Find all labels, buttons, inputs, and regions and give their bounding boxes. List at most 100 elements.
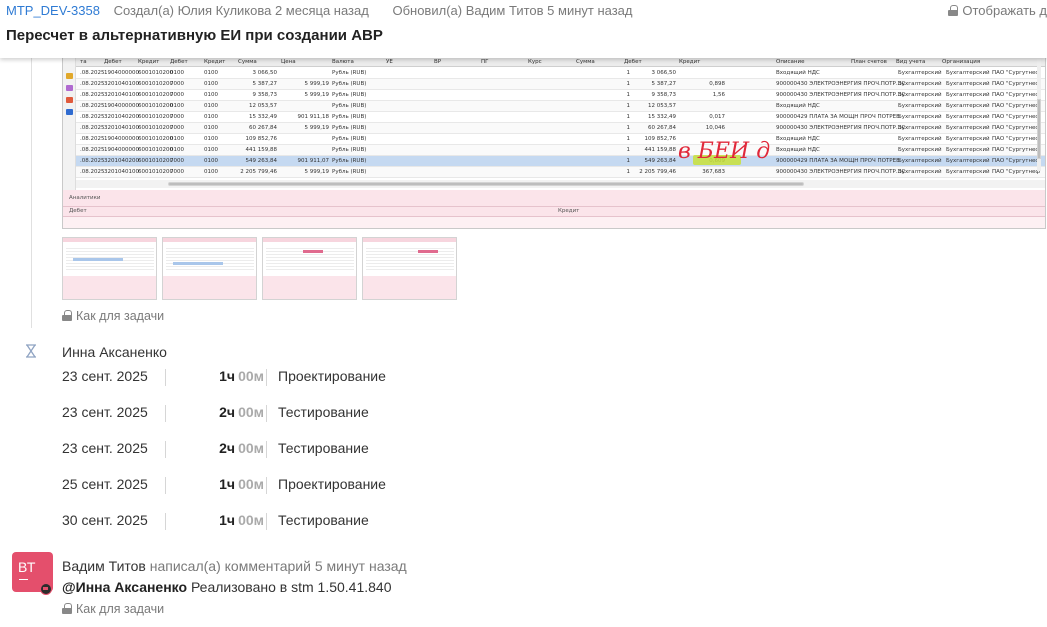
lock-icon	[948, 5, 959, 16]
table-cell: Рубль (RUB)	[332, 169, 367, 175]
attachment-visibility[interactable]: Как для задачи	[62, 309, 164, 323]
grid-column-header[interactable]: Сумма	[576, 57, 595, 67]
grid-column-header[interactable]: Дебет	[170, 57, 188, 67]
horizontal-scrollbar[interactable]	[76, 180, 1045, 188]
table-cell: 900000430 ЭЛЕКТРОЭНЕРГИЯ ПРОЧ.ПОТР.ЭС	[776, 125, 906, 131]
table-cell: 0100	[170, 103, 184, 109]
grid-column-header[interactable]: та	[80, 57, 87, 67]
comment-visibility-label: Как для задачи	[76, 602, 165, 616]
table-cell: 7000	[170, 169, 184, 175]
table-cell: Бухгалтерский	[946, 147, 990, 153]
attachment-thumbnail[interactable]	[162, 237, 257, 300]
grid-column-header[interactable]: Сумма	[238, 57, 257, 67]
table-cell: 900000429 ПЛАТА ЗА МОЩН ПРОЧ ПОТРЕБ	[776, 114, 900, 120]
table-cell: Бухгалтерский	[898, 147, 942, 153]
table-cell: 0100	[204, 103, 218, 109]
table-row[interactable]: .08.2025 1904000000 6001010200 0100 0100 3 06…	[76, 68, 1045, 79]
comment-visibility[interactable]: Как для задачи	[62, 602, 164, 616]
grid-column-header[interactable]: План счетов	[851, 57, 887, 67]
worklog-hours: 2ч	[219, 440, 236, 456]
table-cell: Входящий НДС	[776, 147, 820, 153]
table-cell: Бухгалтерский	[946, 103, 990, 109]
grid-column-header[interactable]: ВР	[434, 57, 441, 67]
grid-column-header[interactable]: Кредит	[204, 57, 225, 67]
issue-key-link[interactable]: MTP_DEV-3358	[6, 3, 100, 18]
table-cell: 9 358,73	[651, 92, 677, 98]
grid-column-header[interactable]: Кредит	[138, 57, 159, 67]
table-cell: 1904000000	[104, 147, 139, 153]
worklog-minutes: 00м	[238, 440, 264, 456]
table-cell: .08.2025	[80, 169, 105, 175]
worklog-duration: 1ч 00м	[180, 476, 264, 492]
grid-column-header[interactable]: Дебет	[624, 57, 642, 67]
grid-column-header[interactable]: Курс	[528, 57, 542, 67]
table-cell: Бухгалтерский	[946, 92, 990, 98]
grid-column-header[interactable]: Кредит	[679, 57, 700, 67]
analytics-label: Аналитики	[69, 195, 101, 201]
table-row[interactable]: .08.2025 3201040100 6001010200 7000 0100 60 2…	[76, 123, 1045, 134]
vertical-scrollbar[interactable]	[1037, 59, 1041, 171]
attachment-thumbnail[interactable]	[262, 237, 357, 300]
table-row[interactable]: .08.2025 1904000000 6001010200 0100 0100 12 0…	[76, 101, 1045, 112]
table-cell: 3201040200	[104, 114, 139, 120]
table-cell: 9 358,73	[252, 92, 278, 98]
grid-column-header[interactable]: УЕ	[386, 57, 393, 67]
grid-column-header[interactable]: Описание	[776, 57, 804, 67]
table-row[interactable]: .08.2025 3201040100 6001010200 7000 0100 9 35…	[76, 90, 1045, 101]
avatar[interactable]: ВТ	[12, 552, 53, 595]
table-cell: 3201040100	[104, 92, 139, 98]
updated-info: Обновил(а) Вадим Титов 5 минут назад	[392, 3, 633, 18]
table-cell: Бухгалтерский	[898, 125, 942, 131]
table-cell: Бухгалтерский	[946, 158, 990, 164]
table-cell: Входящий НДС	[776, 70, 820, 76]
table-cell: 1	[626, 114, 631, 120]
analytics-debit-label: Дебет	[69, 208, 87, 214]
visibility-selector[interactable]: Отображать д	[948, 3, 1047, 18]
table-cell: 0100	[204, 169, 218, 175]
table-cell: ПАО "Сургутнеф	[992, 70, 1041, 76]
table-cell: 6001010200	[138, 92, 173, 98]
table-cell: 1	[626, 125, 631, 131]
status-badge-icon	[40, 583, 52, 595]
grid-column-header[interactable]: ПГ	[481, 57, 489, 67]
worklog-hours: 1ч	[219, 476, 236, 492]
table-cell: 0100	[204, 125, 218, 131]
table-cell: 3 066,50	[252, 70, 278, 76]
worklog-author[interactable]: Инна Аксаненко	[62, 344, 167, 360]
comment-header: Вадим Титов написал(а) комментарий 5 мин…	[62, 558, 407, 574]
worklog-date: 23 сент. 2025	[62, 440, 148, 456]
table-cell: 15 332,49	[249, 114, 277, 120]
table-cell: 7000	[170, 92, 184, 98]
table-cell: Бухгалтерский	[898, 70, 942, 76]
comment-body: @Инна Аксаненко Реализовано в stm 1.50.4…	[62, 579, 392, 595]
table-cell: 441 159,88	[644, 147, 677, 153]
attachment-thumbnail[interactable]	[362, 237, 457, 300]
folder-icon	[66, 73, 73, 79]
table-row[interactable]: .08.2025 3201040100 6001010200 7000 0100 2 20…	[76, 167, 1045, 178]
grid-column-header[interactable]: Валюта	[332, 57, 354, 67]
table-cell: 6001010200	[138, 70, 173, 76]
table-cell: 109 852,76	[245, 136, 278, 142]
grid-column-header[interactable]: Вид учета	[896, 57, 925, 67]
grid-column-header[interactable]: Организация	[942, 57, 980, 67]
table-row[interactable]: .08.2025 3201040200 6001010200 7000 0100 549 …	[76, 156, 1045, 167]
worklog-duration: 1ч 00м	[180, 368, 264, 384]
table-cell: 1	[626, 158, 631, 164]
table-row[interactable]: .08.2025 3201040200 6001010200 7000 0100 15 3…	[76, 112, 1045, 123]
table-cell: 12 053,57	[249, 103, 277, 109]
attachment-screenshot[interactable]: та Дебет Кредит Дебет Кредит Сумма Цена Валюта У…	[62, 46, 1046, 229]
table-row[interactable]: .08.2025 1904000000 6001010200 0100 0100 109 …	[76, 134, 1045, 145]
table-row[interactable]: .08.2025 3201040100 6001010200 7000 0100 5 38…	[76, 79, 1045, 90]
mention-link[interactable]: @Инна Аксаненко	[62, 579, 187, 595]
grid-column-header[interactable]: Дебет	[104, 57, 122, 67]
table-cell: 549 263,84	[644, 158, 677, 164]
grid-column-header[interactable]: Цена	[281, 57, 296, 67]
table-cell: ПАО "Сургутнеф	[992, 114, 1041, 120]
created-info: Создал(а) Юлия Куликова 2 месяца назад	[113, 3, 369, 18]
attachment-thumbnail[interactable]	[62, 237, 157, 300]
table-cell: 109 852,76	[644, 136, 677, 142]
hourglass-icon	[26, 344, 36, 358]
comment-author[interactable]: Вадим Титов	[62, 558, 146, 574]
table-cell: 0100	[204, 114, 218, 120]
table-row[interactable]: .08.2025 1904000000 6001010200 0100 0100 441 …	[76, 145, 1045, 156]
